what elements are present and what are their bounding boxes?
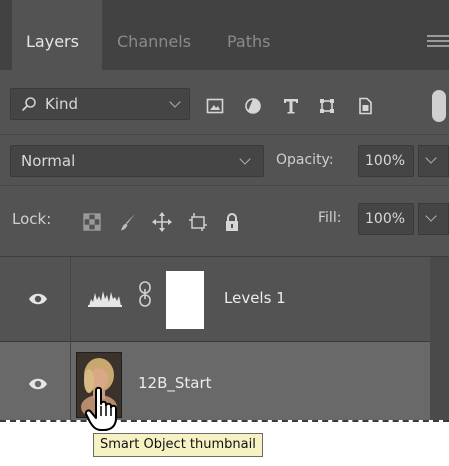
smart-object-filter-icon[interactable] <box>356 97 374 115</box>
layer-name[interactable]: Levels 1 <box>224 289 286 307</box>
eye-icon <box>29 293 47 305</box>
hand-pointer-cursor-icon <box>84 386 117 431</box>
blend-row: Normal Opacity: 100% <box>0 135 449 186</box>
layer-mask-thumbnail[interactable] <box>166 271 204 329</box>
chevron-down-icon <box>425 210 437 222</box>
eye-icon <box>29 378 47 390</box>
fill-input[interactable]: 100% <box>358 203 414 235</box>
fill-dropdown-button[interactable] <box>418 203 449 235</box>
layer-row[interactable]: Levels 1 <box>0 257 430 342</box>
filter-kind-label: Kind <box>45 95 79 113</box>
chevron-down-icon <box>425 152 437 164</box>
chevron-down-icon <box>169 96 181 108</box>
opacity-input[interactable]: 100% <box>358 145 414 177</box>
opacity-label: Opacity: <box>276 152 334 168</box>
filter-kind-select[interactable]: Kind <box>10 88 190 120</box>
layers-panel: Layers Channels Paths Kind Normal Opacit… <box>0 0 449 420</box>
levels-adjustment-icon[interactable] <box>88 287 122 307</box>
tab-paths[interactable]: Paths <box>227 0 297 70</box>
opacity-dropdown-button[interactable] <box>418 145 449 177</box>
filter-toggle-switch[interactable] <box>432 90 446 122</box>
lock-image-pixels-icon[interactable] <box>118 212 138 232</box>
visibility-toggle[interactable] <box>0 257 71 341</box>
fill-label: Fill: <box>318 210 342 226</box>
panel-menu-icon[interactable] <box>427 35 449 47</box>
panel-bottom-edge <box>0 420 449 422</box>
lock-row: Lock: Fill: 100% <box>0 186 449 257</box>
opacity-value: 100% <box>365 153 406 169</box>
fill-value: 100% <box>365 211 406 227</box>
tab-layers[interactable]: Layers <box>12 0 102 70</box>
link-chain-icon[interactable] <box>138 281 152 307</box>
lock-position-icon[interactable] <box>152 212 172 232</box>
blend-mode-value: Normal <box>21 152 76 170</box>
search-icon <box>21 97 36 112</box>
image-filter-icon[interactable] <box>206 97 224 115</box>
scrollbar-track[interactable] <box>430 257 449 420</box>
type-filter-icon[interactable] <box>282 97 300 115</box>
layer-name[interactable]: 12B_Start <box>138 374 212 392</box>
tooltip: Smart Object thumbnail <box>93 433 263 457</box>
shape-filter-icon[interactable] <box>318 97 336 115</box>
tab-channels[interactable]: Channels <box>117 0 207 70</box>
panel-tab-bar: Layers Channels Paths <box>0 0 449 70</box>
filter-row: Kind <box>0 70 449 135</box>
visibility-toggle[interactable] <box>0 342 71 420</box>
adjustment-filter-icon[interactable] <box>244 97 262 115</box>
layer-row-selected[interactable]: 12B_Start <box>0 342 430 420</box>
lock-all-icon[interactable] <box>222 212 242 232</box>
blend-mode-select[interactable]: Normal <box>10 145 264 177</box>
chevron-down-icon <box>239 153 251 165</box>
lock-label: Lock: <box>12 210 52 228</box>
lock-transparent-pixels-icon[interactable] <box>82 212 102 232</box>
lock-artboard-icon[interactable] <box>188 212 208 232</box>
